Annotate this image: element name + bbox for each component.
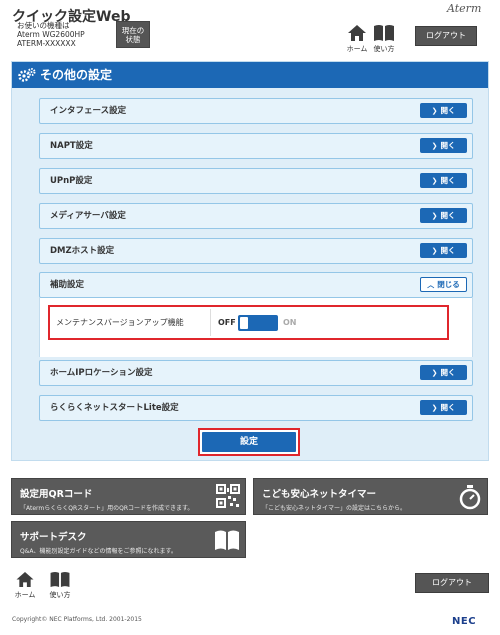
open-button[interactable]: ❯ 開く bbox=[420, 365, 467, 380]
chevron-down-icon: ❯ bbox=[431, 142, 438, 150]
footer-help-button[interactable]: 使い方 bbox=[47, 571, 73, 600]
copyright: Copyright© NEC Platforms, Ltd. 2001-2015 bbox=[12, 616, 142, 623]
divider bbox=[210, 309, 211, 336]
home-icon bbox=[16, 571, 34, 588]
row-auxiliary-settings[interactable]: 補助設定 ︿ 閉じる bbox=[39, 272, 473, 298]
chevron-down-icon: ❯ bbox=[431, 177, 438, 185]
logout-button[interactable]: ログアウト bbox=[415, 26, 477, 46]
home-nav-button[interactable]: ホーム bbox=[344, 24, 370, 54]
row-interface-settings[interactable]: インタフェース設定 ❯ 開く bbox=[39, 98, 473, 124]
switch-knob[interactable] bbox=[240, 317, 248, 329]
book-icon bbox=[50, 571, 70, 588]
row-upnp-settings[interactable]: UPnP設定 ❯ 開く bbox=[39, 168, 473, 194]
footer-home-button[interactable]: ホーム bbox=[12, 571, 38, 600]
qr-code-icon bbox=[216, 484, 240, 508]
row-home-ip-location-settings[interactable]: ホームIPロケーション設定 ❯ 開く bbox=[39, 360, 473, 386]
chevron-down-icon: ❯ bbox=[431, 107, 438, 115]
nec-logo: NEC bbox=[452, 616, 477, 627]
aterm-logo: Aterm bbox=[447, 2, 482, 15]
open-button[interactable]: ❯ 開く bbox=[420, 400, 467, 415]
current-status-button[interactable]: 現在の 状態 bbox=[116, 21, 150, 48]
submit-highlight: 設定 bbox=[198, 428, 300, 456]
gear-icon bbox=[18, 68, 36, 82]
book-icon bbox=[215, 530, 239, 550]
row-napt-settings[interactable]: NAPT設定 ❯ 開く bbox=[39, 133, 473, 159]
panel-title: その他の設定 bbox=[12, 62, 488, 88]
open-button[interactable]: ❯ 開く bbox=[420, 103, 467, 118]
maintenance-toggle-switch[interactable] bbox=[238, 315, 278, 331]
book-icon bbox=[374, 25, 394, 41]
chevron-down-icon: ❯ bbox=[431, 212, 438, 220]
submit-settings-button[interactable]: 設定 bbox=[202, 432, 296, 452]
device-caption: お使いの機種は bbox=[17, 21, 70, 30]
maintenance-version-up-row: メンテナンスバージョンアップ機能 OFF ON bbox=[48, 305, 449, 340]
on-label: ON bbox=[283, 318, 297, 327]
footer-logout-button[interactable]: ログアウト bbox=[415, 573, 489, 593]
stopwatch-icon bbox=[459, 485, 481, 510]
kids-net-timer-tile[interactable]: こども安心ネットタイマー 「こども安心ネットタイマー」の設定はこちらから。 bbox=[253, 478, 488, 515]
qr-code-tile[interactable]: 設定用QRコード 「AtermらくらくQRスタート」用のQRコードを作成できます… bbox=[11, 478, 246, 515]
open-button[interactable]: ❯ 開く bbox=[420, 208, 467, 223]
chevron-up-icon: ︿ bbox=[427, 281, 435, 289]
maintenance-label: メンテナンスバージョンアップ機能 bbox=[56, 318, 184, 327]
chevron-down-icon: ❯ bbox=[431, 404, 438, 412]
home-icon bbox=[348, 25, 366, 41]
open-button[interactable]: ❯ 開く bbox=[420, 243, 467, 258]
chevron-down-icon: ❯ bbox=[431, 369, 438, 377]
support-desk-tile[interactable]: サポートデスク Q&A、機能別設定ガイドなどの情報をご参照になれます。 bbox=[11, 521, 246, 558]
chevron-down-icon: ❯ bbox=[431, 247, 438, 255]
header: クイック設定Web お使いの機種は Aterm WG2600HP ATERM-X… bbox=[0, 0, 500, 56]
row-media-server-settings[interactable]: メディアサーバ設定 ❯ 開く bbox=[39, 203, 473, 229]
device-model: Aterm WG2600HP bbox=[17, 30, 85, 39]
row-dmz-host-settings[interactable]: DMZホスト設定 ❯ 開く bbox=[39, 238, 473, 264]
help-nav-button[interactable]: 使い方 bbox=[371, 24, 397, 54]
device-name: ATERM-XXXXXX bbox=[17, 39, 76, 48]
open-button[interactable]: ❯ 開く bbox=[420, 138, 467, 153]
row-rakuraku-net-start-lite-settings[interactable]: らくらくネットスタートLite設定 ❯ 開く bbox=[39, 395, 473, 421]
close-button[interactable]: ︿ 閉じる bbox=[420, 277, 467, 292]
open-button[interactable]: ❯ 開く bbox=[420, 173, 467, 188]
off-label: OFF bbox=[218, 318, 236, 327]
